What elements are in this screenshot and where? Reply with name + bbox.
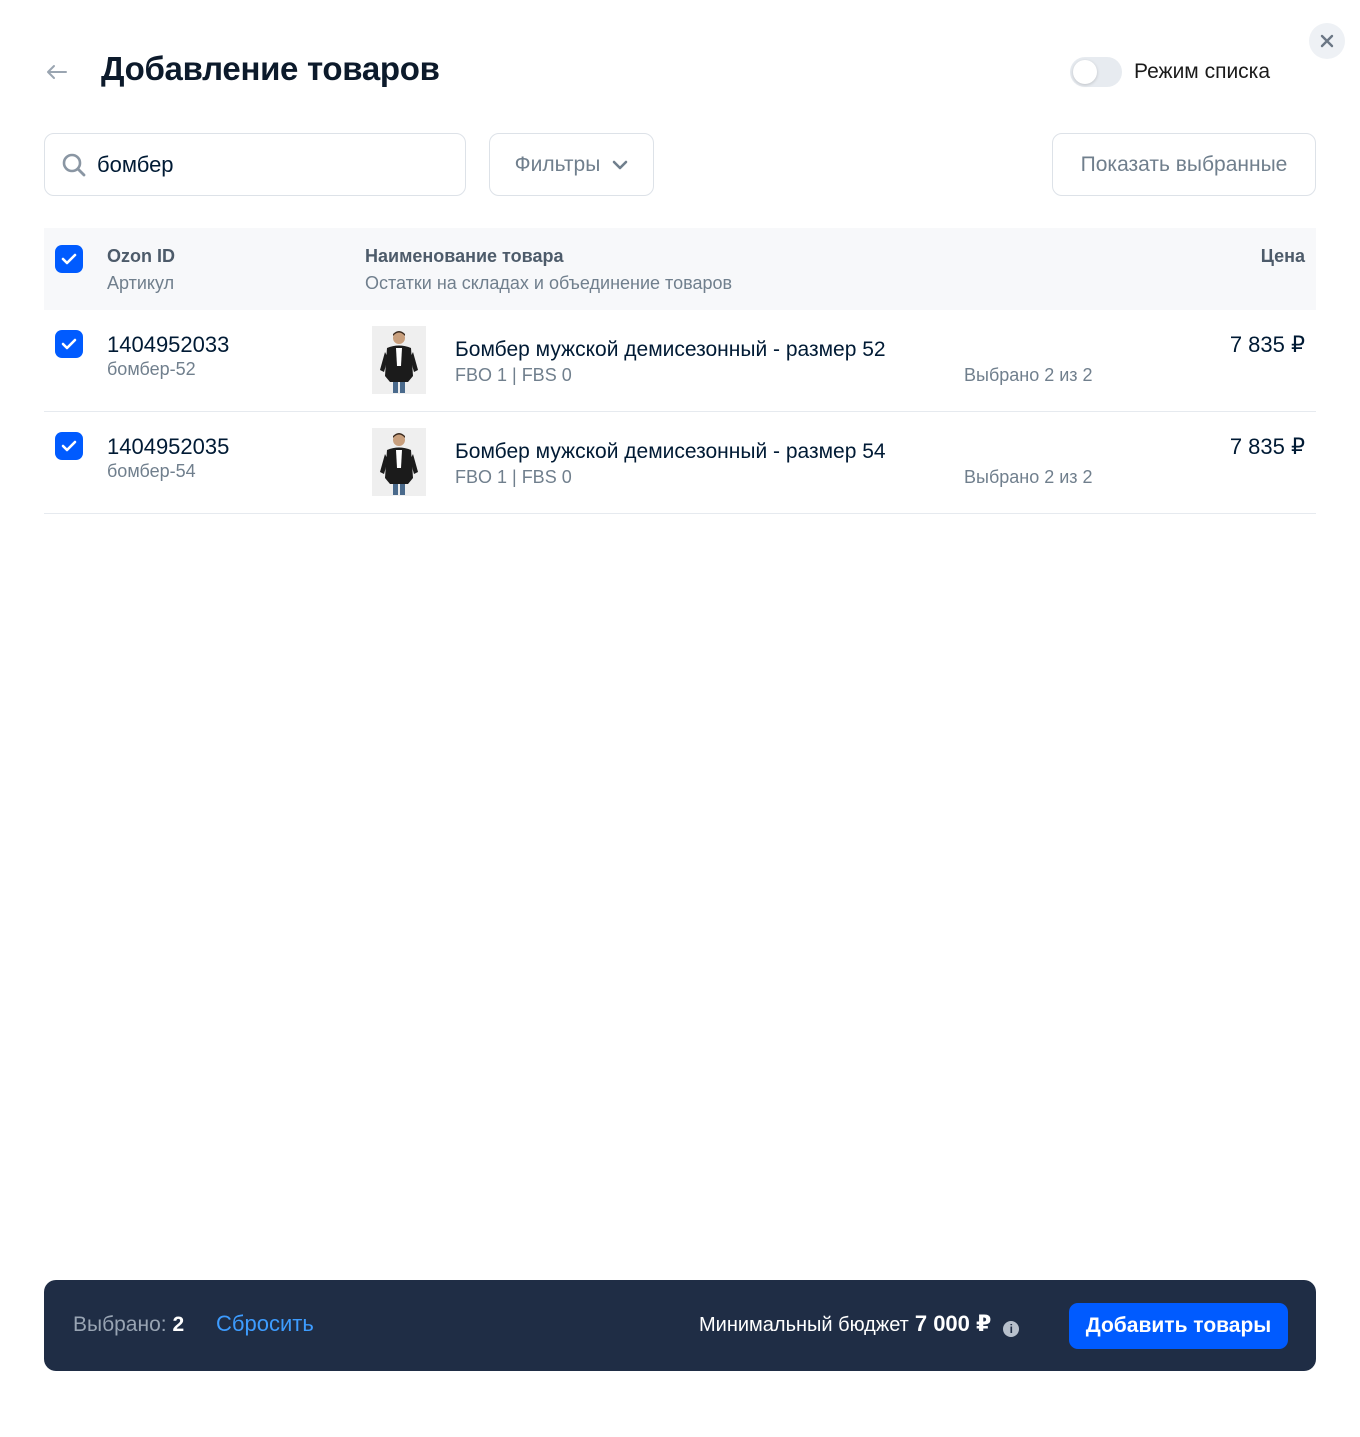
show-selected-label: Показать выбранные <box>1080 152 1288 176</box>
add-products-button[interactable]: Добавить товары <box>1069 1303 1288 1349</box>
column-name-subtitle: Остатки на складах и объединение товаров <box>365 273 733 293</box>
sku: бомбер-54 <box>107 461 196 481</box>
row-checkbox[interactable] <box>55 330 83 358</box>
filters-label: Фильтры <box>514 152 601 176</box>
price: 7 835 ₽ <box>1229 332 1305 357</box>
list-mode-toggle-group: Режим списка <box>1070 57 1270 87</box>
toggle-knob <box>1073 60 1097 84</box>
min-budget: Минимальный бюджет 7 000 ₽ i <box>699 1311 1020 1337</box>
checkbox-checked-icon <box>61 253 77 265</box>
stock-info: FBO 1 | FBS 0 <box>455 467 572 487</box>
column-id-subtitle: Артикул <box>107 273 175 293</box>
ozon-id: 1404952033 <box>107 332 230 357</box>
price: 7 835 ₽ <box>1229 434 1305 459</box>
list-mode-label: Режим списка <box>1134 60 1271 83</box>
selected-count-value: 2 <box>172 1313 185 1336</box>
checkbox-checked-icon <box>61 440 77 452</box>
selected-label: Выбрано: <box>73 1313 167 1336</box>
chevron-down-icon <box>613 160 628 169</box>
row-checkbox[interactable] <box>55 432 83 460</box>
select-all-checkbox[interactable] <box>55 245 83 273</box>
table-row[interactable]: 1404952035 бомбер-54 Бомбер мужской деми… <box>44 412 1316 514</box>
column-header-name: Наименование товара Остатки на складах и… <box>365 246 732 294</box>
picked-variants: Выбрано 2 из 2 <box>964 365 1093 385</box>
stock-info: FBO 1 | FBS 0 <box>455 365 572 385</box>
budget-label: Минимальный бюджет <box>699 1314 909 1336</box>
column-header-price: Цена <box>1260 246 1305 266</box>
selected-count: Выбрано: 2 <box>73 1313 184 1337</box>
search-icon <box>62 153 86 176</box>
reset-link[interactable]: Сбросить <box>216 1311 314 1337</box>
filters-button[interactable]: Фильтры <box>489 133 654 196</box>
search-input[interactable] <box>97 151 417 178</box>
close-icon <box>1320 34 1334 48</box>
checkbox-checked-icon <box>61 338 77 350</box>
products-table: Ozon ID Артикул Наименование товара Оста… <box>44 228 1316 514</box>
product-name: Бомбер мужской демисезонный - размер 52 <box>455 338 886 361</box>
column-id-title: Ozon ID <box>107 246 175 266</box>
product-thumbnail <box>372 428 426 496</box>
column-name-title: Наименование товара <box>365 246 564 266</box>
column-header-id: Ozon ID Артикул <box>107 246 175 294</box>
selection-footer: Выбрано: 2 Сбросить Минимальный бюджет 7… <box>44 1280 1316 1371</box>
sku: бомбер-52 <box>107 359 196 379</box>
info-icon[interactable]: i <box>1003 1321 1020 1337</box>
picked-variants: Выбрано 2 из 2 <box>964 467 1093 487</box>
page-title: Добавление товаров <box>101 50 440 87</box>
list-mode-toggle[interactable] <box>1070 57 1122 87</box>
show-selected-button[interactable]: Показать выбранные <box>1052 133 1316 196</box>
ozon-id: 1404952035 <box>107 434 230 459</box>
close-button[interactable] <box>1309 23 1345 59</box>
budget-value: 7 000 ₽ <box>914 1311 992 1336</box>
product-name: Бомбер мужской демисезонный - размер 54 <box>455 440 886 463</box>
product-thumbnail <box>372 326 426 394</box>
table-header: Ozon ID Артикул Наименование товара Оста… <box>44 228 1316 310</box>
back-button[interactable] <box>40 56 72 88</box>
back-arrow-icon <box>47 65 67 79</box>
table-row[interactable]: 1404952033 бомбер-52 Бомбер мужской деми… <box>44 310 1316 412</box>
search-field[interactable] <box>44 133 466 196</box>
